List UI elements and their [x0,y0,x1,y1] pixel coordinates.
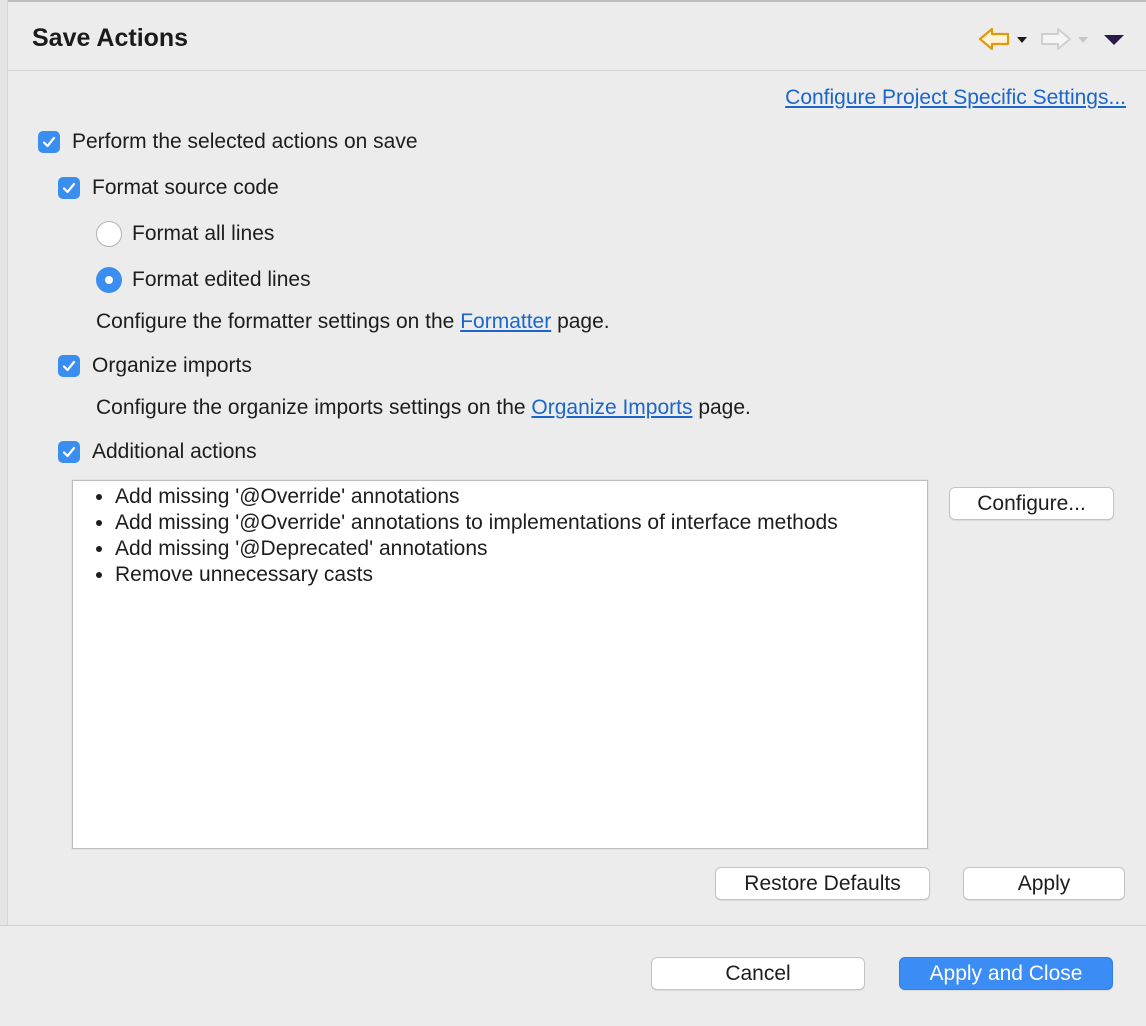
cancel-button[interactable]: Cancel [651,957,865,990]
radio-selected-icon [96,267,122,293]
page-header: Save Actions [8,2,1146,71]
forward-arrow-icon [1041,28,1088,50]
organize-imports-config-text: Configure the organize imports settings … [96,396,751,420]
format-all-lines-label: Format all lines [132,222,275,245]
list-item: Remove unnecessary casts [115,562,927,588]
format-all-lines-radio[interactable]: Format all lines [96,219,274,249]
page-title: Save Actions [32,24,189,52]
organize-imports-label: Organize imports [92,354,252,377]
additional-actions-list[interactable]: Add missing '@Override' annotations Add … [72,480,928,849]
configure-project-settings-link[interactable]: Configure Project Specific Settings... [785,86,1126,110]
organize-imports-link[interactable]: Organize Imports [531,396,692,419]
checkbox-checked-icon [58,355,80,377]
left-panel-edge [0,0,8,926]
configure-button[interactable]: Configure... [949,487,1114,520]
list-item: Add missing '@Override' annotations [115,484,927,510]
formatter-config-text: Configure the formatter settings on the … [96,310,610,334]
format-source-checkbox[interactable]: Format source code [58,173,279,203]
additional-actions-label: Additional actions [92,440,257,463]
organize-imports-config-prefix: Configure the organize imports settings … [96,396,526,419]
formatter-config-suffix: page. [557,310,610,333]
footer-divider [0,925,1146,926]
restore-defaults-button[interactable]: Restore Defaults [715,867,930,900]
back-arrow-icon [978,27,1027,51]
back-button[interactable] [978,26,1030,54]
formatter-config-prefix: Configure the formatter settings on the [96,310,455,333]
view-menu-icon [1104,35,1124,45]
apply-button[interactable]: Apply [963,867,1125,900]
apply-and-close-button[interactable]: Apply and Close [899,957,1113,990]
additional-actions-checkbox[interactable]: Additional actions [58,437,257,467]
list-item: Add missing '@Override' annotations to i… [115,510,927,536]
list-item: Add missing '@Deprecated' annotations [115,536,927,562]
perform-on-save-checkbox[interactable]: Perform the selected actions on save [38,127,418,157]
view-menu-button[interactable] [1100,26,1130,54]
forward-button[interactable] [1040,26,1092,54]
format-source-label: Format source code [92,176,279,199]
format-edited-lines-label: Format edited lines [132,268,311,291]
format-edited-lines-radio[interactable]: Format edited lines [96,265,311,295]
organize-imports-checkbox[interactable]: Organize imports [58,351,252,381]
radio-unselected-icon [96,221,122,247]
formatter-link[interactable]: Formatter [460,310,551,333]
checkbox-checked-icon [58,177,80,199]
checkbox-checked-icon [38,131,60,153]
organize-imports-config-suffix: page. [698,396,751,419]
perform-on-save-label: Perform the selected actions on save [72,130,418,153]
checkbox-checked-icon [58,441,80,463]
